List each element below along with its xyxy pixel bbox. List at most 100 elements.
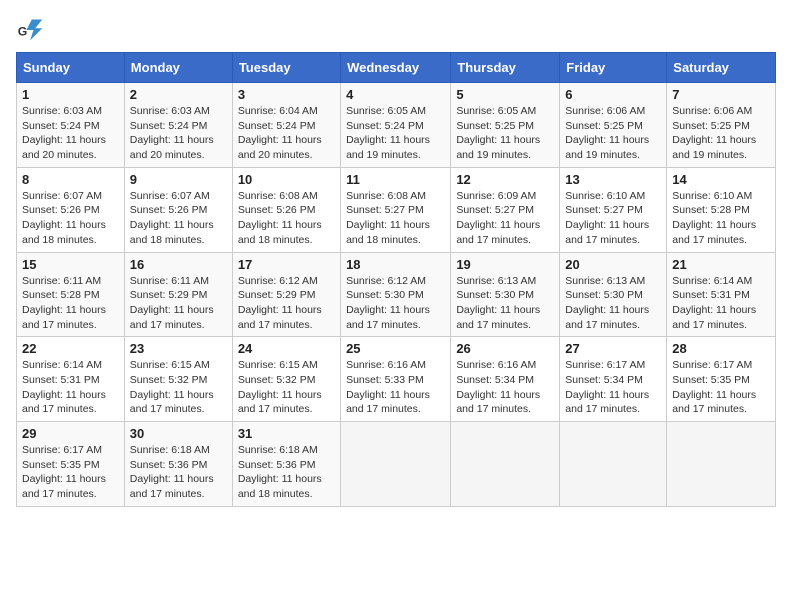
day-number: 5	[456, 87, 554, 102]
calendar-day-cell	[341, 422, 451, 507]
day-number: 4	[346, 87, 445, 102]
calendar-week-row: 1 Sunrise: 6:03 AMSunset: 5:24 PMDaylight…	[17, 83, 776, 168]
day-header-monday: Monday	[124, 53, 232, 83]
day-header-wednesday: Wednesday	[341, 53, 451, 83]
day-number: 19	[456, 257, 554, 272]
calendar-day-cell: 1 Sunrise: 6:03 AMSunset: 5:24 PMDaylight…	[17, 83, 125, 168]
day-info: Sunrise: 6:17 AMSunset: 5:35 PMDaylight:…	[672, 358, 770, 417]
day-number: 18	[346, 257, 445, 272]
day-info: Sunrise: 6:16 AMSunset: 5:33 PMDaylight:…	[346, 358, 445, 417]
day-info: Sunrise: 6:11 AMSunset: 5:28 PMDaylight:…	[22, 274, 119, 333]
calendar-day-cell: 25 Sunrise: 6:16 AMSunset: 5:33 PMDayligh…	[341, 337, 451, 422]
calendar-day-cell: 16 Sunrise: 6:11 AMSunset: 5:29 PMDayligh…	[124, 252, 232, 337]
calendar-day-cell: 17 Sunrise: 6:12 AMSunset: 5:29 PMDayligh…	[232, 252, 340, 337]
day-info: Sunrise: 6:05 AMSunset: 5:24 PMDaylight:…	[346, 104, 445, 163]
calendar-day-cell: 20 Sunrise: 6:13 AMSunset: 5:30 PMDayligh…	[560, 252, 667, 337]
day-number: 11	[346, 172, 445, 187]
calendar-day-cell: 19 Sunrise: 6:13 AMSunset: 5:30 PMDayligh…	[451, 252, 560, 337]
day-info: Sunrise: 6:14 AMSunset: 5:31 PMDaylight:…	[22, 358, 119, 417]
day-number: 8	[22, 172, 119, 187]
day-info: Sunrise: 6:12 AMSunset: 5:29 PMDaylight:…	[238, 274, 335, 333]
day-info: Sunrise: 6:18 AMSunset: 5:36 PMDaylight:…	[238, 443, 335, 502]
day-info: Sunrise: 6:15 AMSunset: 5:32 PMDaylight:…	[238, 358, 335, 417]
calendar-day-cell	[560, 422, 667, 507]
calendar-day-cell: 13Sunrise: 6:10 AMSunset: 5:27 PMDayligh…	[560, 167, 667, 252]
day-number: 27	[565, 341, 661, 356]
day-number: 2	[130, 87, 227, 102]
day-info: Sunrise: 6:17 AMSunset: 5:34 PMDaylight:…	[565, 358, 661, 417]
day-number: 20	[565, 257, 661, 272]
day-number: 22	[22, 341, 119, 356]
calendar-day-cell: 26Sunrise: 6:16 AMSunset: 5:34 PMDayligh…	[451, 337, 560, 422]
calendar-body: 1 Sunrise: 6:03 AMSunset: 5:24 PMDaylight…	[17, 83, 776, 507]
day-number: 15	[22, 257, 119, 272]
page-header: G	[16, 16, 776, 44]
logo: G	[16, 16, 48, 44]
day-number: 30	[130, 426, 227, 441]
calendar-day-cell: 2 Sunrise: 6:03 AMSunset: 5:24 PMDaylight…	[124, 83, 232, 168]
day-info: Sunrise: 6:10 AMSunset: 5:28 PMDaylight:…	[672, 189, 770, 248]
day-info: Sunrise: 6:03 AMSunset: 5:24 PMDaylight:…	[22, 104, 119, 163]
calendar-day-cell: 9 Sunrise: 6:07 AMSunset: 5:26 PMDaylight…	[124, 167, 232, 252]
day-number: 7	[672, 87, 770, 102]
calendar-day-cell: 18 Sunrise: 6:12 AMSunset: 5:30 PMDayligh…	[341, 252, 451, 337]
day-info: Sunrise: 6:04 AMSunset: 5:24 PMDaylight:…	[238, 104, 335, 163]
day-info: Sunrise: 6:03 AMSunset: 5:24 PMDaylight:…	[130, 104, 227, 163]
calendar-day-cell: 14 Sunrise: 6:10 AMSunset: 5:28 PMDayligh…	[667, 167, 776, 252]
day-header-saturday: Saturday	[667, 53, 776, 83]
day-info: Sunrise: 6:08 AMSunset: 5:26 PMDaylight:…	[238, 189, 335, 248]
calendar-header-row: SundayMondayTuesdayWednesdayThursdayFrid…	[17, 53, 776, 83]
calendar-week-row: 22 Sunrise: 6:14 AMSunset: 5:31 PMDayligh…	[17, 337, 776, 422]
day-info: Sunrise: 6:07 AMSunset: 5:26 PMDaylight:…	[130, 189, 227, 248]
day-number: 28	[672, 341, 770, 356]
day-info: Sunrise: 6:05 AMSunset: 5:25 PMDaylight:…	[456, 104, 554, 163]
day-info: Sunrise: 6:08 AMSunset: 5:27 PMDaylight:…	[346, 189, 445, 248]
day-number: 24	[238, 341, 335, 356]
calendar-day-cell: 8 Sunrise: 6:07 AMSunset: 5:26 PMDaylight…	[17, 167, 125, 252]
svg-text:G: G	[18, 24, 28, 38]
day-info: Sunrise: 6:13 AMSunset: 5:30 PMDaylight:…	[565, 274, 661, 333]
calendar-day-cell: 10Sunrise: 6:08 AMSunset: 5:26 PMDayligh…	[232, 167, 340, 252]
day-info: Sunrise: 6:14 AMSunset: 5:31 PMDaylight:…	[672, 274, 770, 333]
day-header-sunday: Sunday	[17, 53, 125, 83]
day-header-friday: Friday	[560, 53, 667, 83]
calendar-day-cell: 22 Sunrise: 6:14 AMSunset: 5:31 PMDayligh…	[17, 337, 125, 422]
day-number: 12	[456, 172, 554, 187]
day-header-tuesday: Tuesday	[232, 53, 340, 83]
day-number: 3	[238, 87, 335, 102]
day-number: 6	[565, 87, 661, 102]
calendar-table: SundayMondayTuesdayWednesdayThursdayFrid…	[16, 52, 776, 507]
calendar-day-cell: 23Sunrise: 6:15 AMSunset: 5:32 PMDayligh…	[124, 337, 232, 422]
day-info: Sunrise: 6:18 AMSunset: 5:36 PMDaylight:…	[130, 443, 227, 502]
day-number: 16	[130, 257, 227, 272]
day-number: 14	[672, 172, 770, 187]
calendar-day-cell: 11 Sunrise: 6:08 AMSunset: 5:27 PMDayligh…	[341, 167, 451, 252]
day-info: Sunrise: 6:06 AMSunset: 5:25 PMDaylight:…	[672, 104, 770, 163]
day-info: Sunrise: 6:11 AMSunset: 5:29 PMDaylight:…	[130, 274, 227, 333]
day-number: 31	[238, 426, 335, 441]
day-info: Sunrise: 6:13 AMSunset: 5:30 PMDaylight:…	[456, 274, 554, 333]
calendar-day-cell: 3 Sunrise: 6:04 AMSunset: 5:24 PMDaylight…	[232, 83, 340, 168]
day-info: Sunrise: 6:06 AMSunset: 5:25 PMDaylight:…	[565, 104, 661, 163]
day-number: 1	[22, 87, 119, 102]
day-info: Sunrise: 6:07 AMSunset: 5:26 PMDaylight:…	[22, 189, 119, 248]
day-number: 9	[130, 172, 227, 187]
calendar-day-cell: 21 Sunrise: 6:14 AMSunset: 5:31 PMDayligh…	[667, 252, 776, 337]
calendar-day-cell: 15 Sunrise: 6:11 AMSunset: 5:28 PMDayligh…	[17, 252, 125, 337]
day-info: Sunrise: 6:12 AMSunset: 5:30 PMDaylight:…	[346, 274, 445, 333]
calendar-day-cell: 7 Sunrise: 6:06 AMSunset: 5:25 PMDaylight…	[667, 83, 776, 168]
calendar-day-cell: 30 Sunrise: 6:18 AMSunset: 5:36 PMDayligh…	[124, 422, 232, 507]
day-info: Sunrise: 6:09 AMSunset: 5:27 PMDaylight:…	[456, 189, 554, 248]
calendar-day-cell: 4 Sunrise: 6:05 AMSunset: 5:24 PMDaylight…	[341, 83, 451, 168]
day-info: Sunrise: 6:15 AMSunset: 5:32 PMDaylight:…	[130, 358, 227, 417]
day-number: 26	[456, 341, 554, 356]
day-number: 25	[346, 341, 445, 356]
day-number: 17	[238, 257, 335, 272]
calendar-week-row: 29Sunrise: 6:17 AMSunset: 5:35 PMDayligh…	[17, 422, 776, 507]
calendar-week-row: 8 Sunrise: 6:07 AMSunset: 5:26 PMDaylight…	[17, 167, 776, 252]
calendar-day-cell	[451, 422, 560, 507]
day-number: 21	[672, 257, 770, 272]
day-number: 29	[22, 426, 119, 441]
day-info: Sunrise: 6:10 AMSunset: 5:27 PMDaylight:…	[565, 189, 661, 248]
calendar-day-cell: 31 Sunrise: 6:18 AMSunset: 5:36 PMDayligh…	[232, 422, 340, 507]
